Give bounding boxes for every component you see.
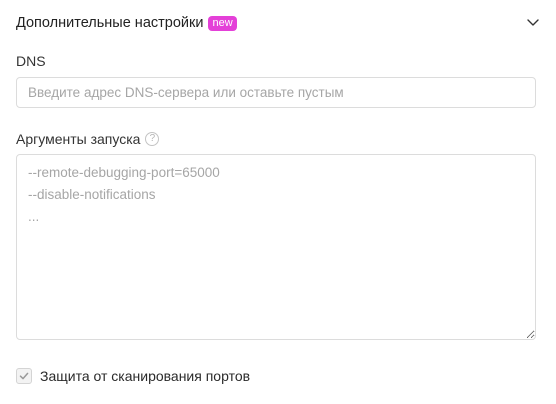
chevron-down-icon[interactable] (526, 15, 540, 29)
advanced-settings-header[interactable]: Дополнительные настройки new (16, 12, 540, 34)
launch-args-textarea[interactable] (16, 154, 536, 340)
port-scan-protection-label: Защита от сканирования портов (40, 368, 251, 384)
help-circle-icon[interactable]: ? (145, 132, 160, 146)
dns-input[interactable] (16, 77, 536, 108)
section-title: Дополнительные настройки (16, 15, 204, 31)
launch-args-label: Аргументы запуска (16, 131, 141, 147)
port-scan-protection-checkbox[interactable] (16, 368, 32, 384)
new-badge: new (208, 15, 237, 31)
dns-label: DNS (16, 53, 46, 69)
port-scan-protection-row[interactable]: Защита от сканирования портов (16, 368, 250, 384)
launch-args-label-row: Аргументы запуска ? (16, 131, 160, 147)
advanced-settings-panel: Дополнительные настройки new DNS Аргумен… (0, 0, 556, 404)
check-icon (19, 372, 29, 380)
